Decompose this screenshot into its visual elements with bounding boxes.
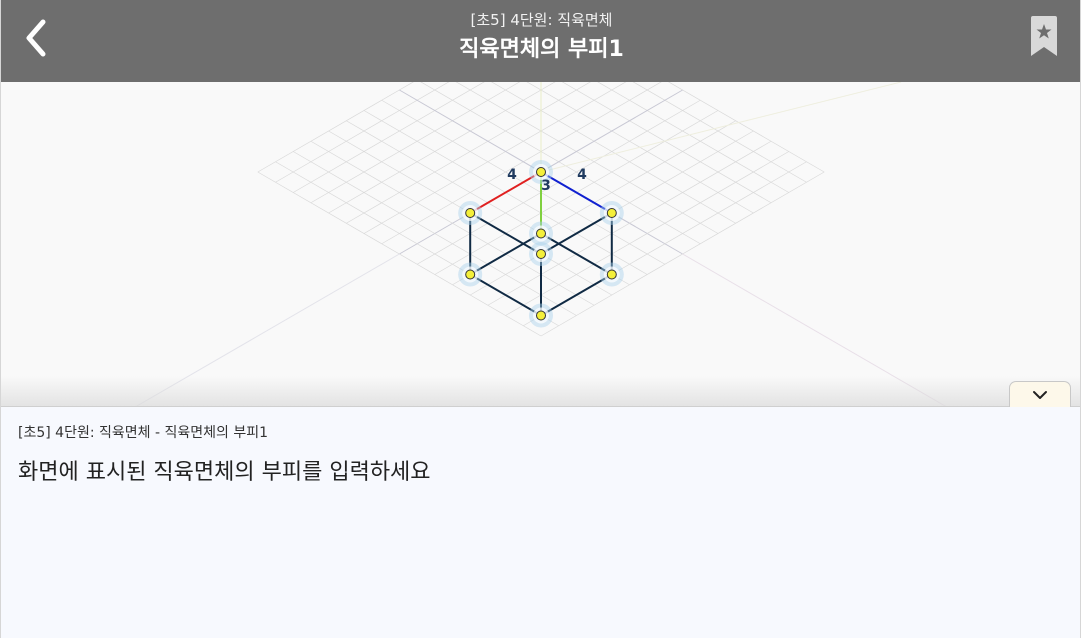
- vertex-handle[interactable]: [458, 201, 483, 225]
- breadcrumb: [초5] 4단원: 직육면체 - 직육면체의 부피1: [18, 425, 268, 441]
- question-panel: [초5] 4단원: 직육면체 - 직육면체의 부피1 화면에 표시된 직육면체의…: [1, 406, 1080, 638]
- vertex-dot: [536, 167, 546, 177]
- vertex-handle[interactable]: [529, 221, 553, 246]
- bookmark-star-icon: [1031, 16, 1057, 56]
- vertex-handle[interactable]: [529, 242, 553, 266]
- header-subtitle: [초5] 4단원: 직육면체: [470, 11, 613, 29]
- back-button[interactable]: [15, 14, 59, 62]
- vertex-dot: [606, 269, 617, 280]
- page-title: 직육면체의 부피1: [459, 37, 624, 62]
- collapse-panel-button[interactable]: [1009, 381, 1071, 407]
- vertex-dot: [465, 269, 476, 280]
- vertex-dot: [606, 208, 617, 218]
- app-window: [초5] 4단원: 직육면체 직육면체의 부피1 4 4 3 [초5] 4단원:…: [0, 0, 1081, 638]
- bookmark-button[interactable]: [1027, 16, 1061, 60]
- x-axis-line: [540, 82, 902, 173]
- question-prompt: 화면에 표시된 직육면체의 부피를 입력하세요: [18, 460, 431, 485]
- edge-label-green: 3: [541, 178, 551, 194]
- 3d-viewer[interactable]: 4 4 3: [1, 82, 1081, 406]
- 3d-scene[interactable]: 4 4 3: [1, 82, 1081, 406]
- y-axis-extension: [135, 253, 400, 406]
- vertex-dot: [536, 310, 546, 321]
- chevron-down-icon: [1033, 390, 1047, 399]
- vertex-dot: [536, 228, 546, 239]
- vertex-handle[interactable]: [599, 262, 624, 287]
- vertex-dot: [465, 208, 476, 218]
- edge-label-blue: 4: [577, 167, 587, 183]
- edge-label-red: 4: [507, 167, 517, 183]
- x-axis-extension: [682, 253, 947, 406]
- vertex-handle[interactable]: [599, 201, 624, 225]
- vertex-dot: [536, 249, 546, 259]
- vertex-handle[interactable]: [458, 262, 483, 287]
- chevron-left-icon: [26, 19, 46, 57]
- header-titles: [초5] 4단원: 직육면체 직육면체의 부피1: [201, 10, 882, 66]
- vertex-handle[interactable]: [529, 303, 553, 328]
- grid-line: [632, 82, 807, 183]
- top-bar: [초5] 4단원: 직육면체 직육면체의 부피1: [1, 0, 1080, 82]
